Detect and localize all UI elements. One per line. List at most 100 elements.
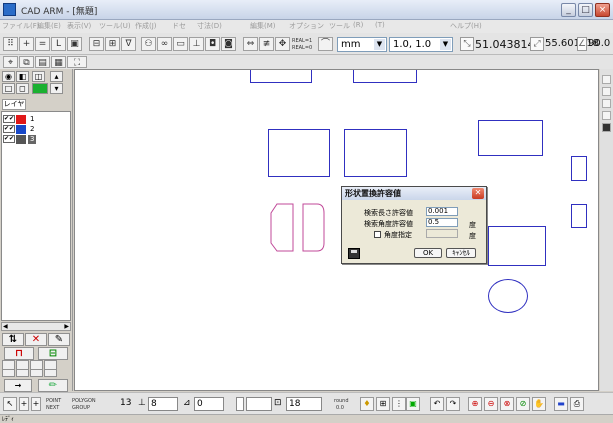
angle-spec-checkbox[interactable] xyxy=(374,231,381,238)
cursor-icon[interactable]: ↖ xyxy=(3,397,17,411)
value-input-4[interactable] xyxy=(246,397,272,411)
menu-t[interactable]: (T) xyxy=(375,21,385,29)
right-tool-icon[interactable] xyxy=(602,99,611,108)
menu-file[interactable]: ファイル(F) xyxy=(2,21,40,31)
menu-edit[interactable]: 編集(E) xyxy=(37,21,61,31)
layer-row-3[interactable]: ✔✔ 3 xyxy=(3,135,69,144)
cancel-button[interactable]: ｷｬﾝｾﾙ xyxy=(446,248,476,258)
menu-tools[interactable]: ツール(U) xyxy=(99,21,131,31)
maximize-button[interactable]: □ xyxy=(578,3,593,17)
lock-icon[interactable]: ◧ xyxy=(16,71,29,82)
map-icon[interactable]: ▦ xyxy=(51,56,66,68)
menu-tool2[interactable]: ツール xyxy=(329,21,350,31)
group-option[interactable]: GROUP xyxy=(72,405,90,411)
arrow-tool-icon[interactable]: → xyxy=(4,379,32,392)
drawing-canvas[interactable] xyxy=(74,69,599,391)
grid-snap-icon[interactable]: ⊞ xyxy=(376,397,390,411)
lightbulb-icon[interactable]: ♦ xyxy=(360,397,374,411)
pin-icon[interactable]: ▴ xyxy=(50,71,63,82)
plus-icon[interactable]: + xyxy=(19,37,34,51)
plus-small-icon[interactable]: + xyxy=(19,397,29,411)
layer-visible-checkbox[interactable]: ✔✔ xyxy=(3,125,15,133)
value-input-3[interactable]: 0 xyxy=(194,397,224,411)
ruler-icon[interactable]: ⊥ xyxy=(189,37,204,51)
angle-spec-input[interactable] xyxy=(426,229,458,238)
unit-select[interactable]: mm ▼ xyxy=(337,37,387,52)
scroll-right-icon[interactable]: ▶ xyxy=(64,323,69,330)
layer-group-red-icon[interactable]: ⊓ xyxy=(4,347,34,360)
dialog-close-button[interactable]: ✕ xyxy=(472,188,484,199)
count-input-2[interactable]: 8 xyxy=(148,397,178,411)
dropdown-icon[interactable]: ▾ xyxy=(50,83,63,94)
menu-help[interactable]: ヘルプ(H) xyxy=(450,21,482,31)
polygon-option[interactable]: POLYGON xyxy=(72,398,96,404)
corner-icon[interactable]: L xyxy=(51,37,66,51)
print-icon[interactable]: ⎙ xyxy=(570,397,584,411)
edit-layer-icon[interactable]: ✎ xyxy=(48,333,70,346)
minimize-button[interactable]: _ xyxy=(561,3,576,17)
canvas-circle[interactable] xyxy=(488,279,528,313)
binoculars-icon[interactable]: ⚇ xyxy=(141,37,156,51)
value-input-small[interactable] xyxy=(236,397,244,411)
value-input-5[interactable]: 18 xyxy=(286,397,322,411)
pink-rounded-shapes[interactable] xyxy=(269,203,331,253)
layer-visible-checkbox[interactable]: ✔✔ xyxy=(3,135,15,143)
green-layer-icon[interactable]: ▣ xyxy=(406,397,420,411)
window-icon[interactable]: ▣ xyxy=(67,37,82,51)
right-tool-icon[interactable] xyxy=(602,75,611,84)
canvas-rectangle[interactable] xyxy=(353,70,417,83)
menu-view[interactable]: 表示(V) xyxy=(67,21,91,31)
glasses-icon[interactable]: ∞ xyxy=(157,37,172,51)
canvas-rectangle[interactable] xyxy=(571,204,587,228)
snap-icon[interactable]: ⌖ xyxy=(3,56,18,68)
ok-button[interactable]: OK xyxy=(414,248,442,258)
mirror-icon[interactable]: ≢ xyxy=(259,37,274,51)
image-icon[interactable]: ⛶ xyxy=(67,56,87,68)
right-tool-icon[interactable] xyxy=(602,123,611,132)
select-all-icon[interactable]: ◫ xyxy=(32,71,45,82)
layer-add-icon[interactable]: □ xyxy=(2,83,15,94)
layer-move-icon[interactable]: ⇅ xyxy=(2,333,24,346)
layer-visible-checkbox[interactable]: ✔✔ xyxy=(3,115,15,123)
grid-point-icon[interactable]: ⋮ xyxy=(392,397,406,411)
scroll-left-icon[interactable]: ◀ xyxy=(3,323,8,330)
folder-icon[interactable]: ▤ xyxy=(35,56,50,68)
right-tool-icon[interactable] xyxy=(602,87,611,96)
align-right-icon[interactable]: ⊞ xyxy=(105,37,120,51)
color-swatch[interactable] xyxy=(32,83,48,94)
redo-icon[interactable]: ↷ xyxy=(446,397,460,411)
plus-small-icon[interactable]: + xyxy=(31,397,41,411)
canvas-rectangle[interactable] xyxy=(344,129,407,177)
grid-dots-icon[interactable]: ⠿ xyxy=(3,37,18,51)
scale-select[interactable]: 1.0, 1.0 ▼ xyxy=(389,37,453,52)
move-icon[interactable]: ✥ xyxy=(275,37,290,51)
pan-icon[interactable]: ✋ xyxy=(532,397,546,411)
zoom-fit-icon[interactable]: ⊘ xyxy=(516,397,530,411)
angle-tolerance-input[interactable]: 0.5 xyxy=(426,218,458,227)
layer-row-1[interactable]: ✔✔ 1 xyxy=(3,115,69,124)
menu-modify[interactable]: 編集(M) xyxy=(250,21,276,31)
grid-cell-icon[interactable] xyxy=(30,369,43,377)
dialog-title-bar[interactable]: 形状置換許容値 ✕ xyxy=(342,187,486,200)
curve-icon[interactable]: ⌒ xyxy=(318,37,333,51)
delete-layer-icon[interactable]: ✕ xyxy=(25,333,47,346)
monitor-icon[interactable]: ▬ xyxy=(554,397,568,411)
align-left-icon[interactable]: ⊟ xyxy=(89,37,104,51)
window-blue-icon[interactable]: ◙ xyxy=(221,37,236,51)
save-icon[interactable] xyxy=(348,248,360,259)
zoom-window-icon[interactable]: ⊗ xyxy=(500,397,514,411)
grid-cell-icon[interactable] xyxy=(2,369,15,377)
layer-copy-icon[interactable]: ◻ xyxy=(16,83,29,94)
layer-row-2[interactable]: ✔✔ 2 xyxy=(3,125,69,134)
menu-create[interactable]: 作成(J) xyxy=(135,21,157,31)
menu-options[interactable]: オプション xyxy=(289,21,324,31)
menu-r[interactable]: (R) xyxy=(353,21,363,29)
arrows-icon[interactable]: ⇔ xyxy=(243,37,258,51)
eye-icon[interactable]: ◉ xyxy=(2,71,15,82)
layers-icon[interactable]: ⧉ xyxy=(19,56,34,68)
canvas-rectangle[interactable] xyxy=(250,70,312,83)
undo-icon[interactable]: ↶ xyxy=(430,397,444,411)
menu-dimension[interactable]: 寸法(D) xyxy=(197,21,222,31)
close-button[interactable]: × xyxy=(595,3,610,17)
layer-tab[interactable]: レイヤ xyxy=(2,99,26,110)
